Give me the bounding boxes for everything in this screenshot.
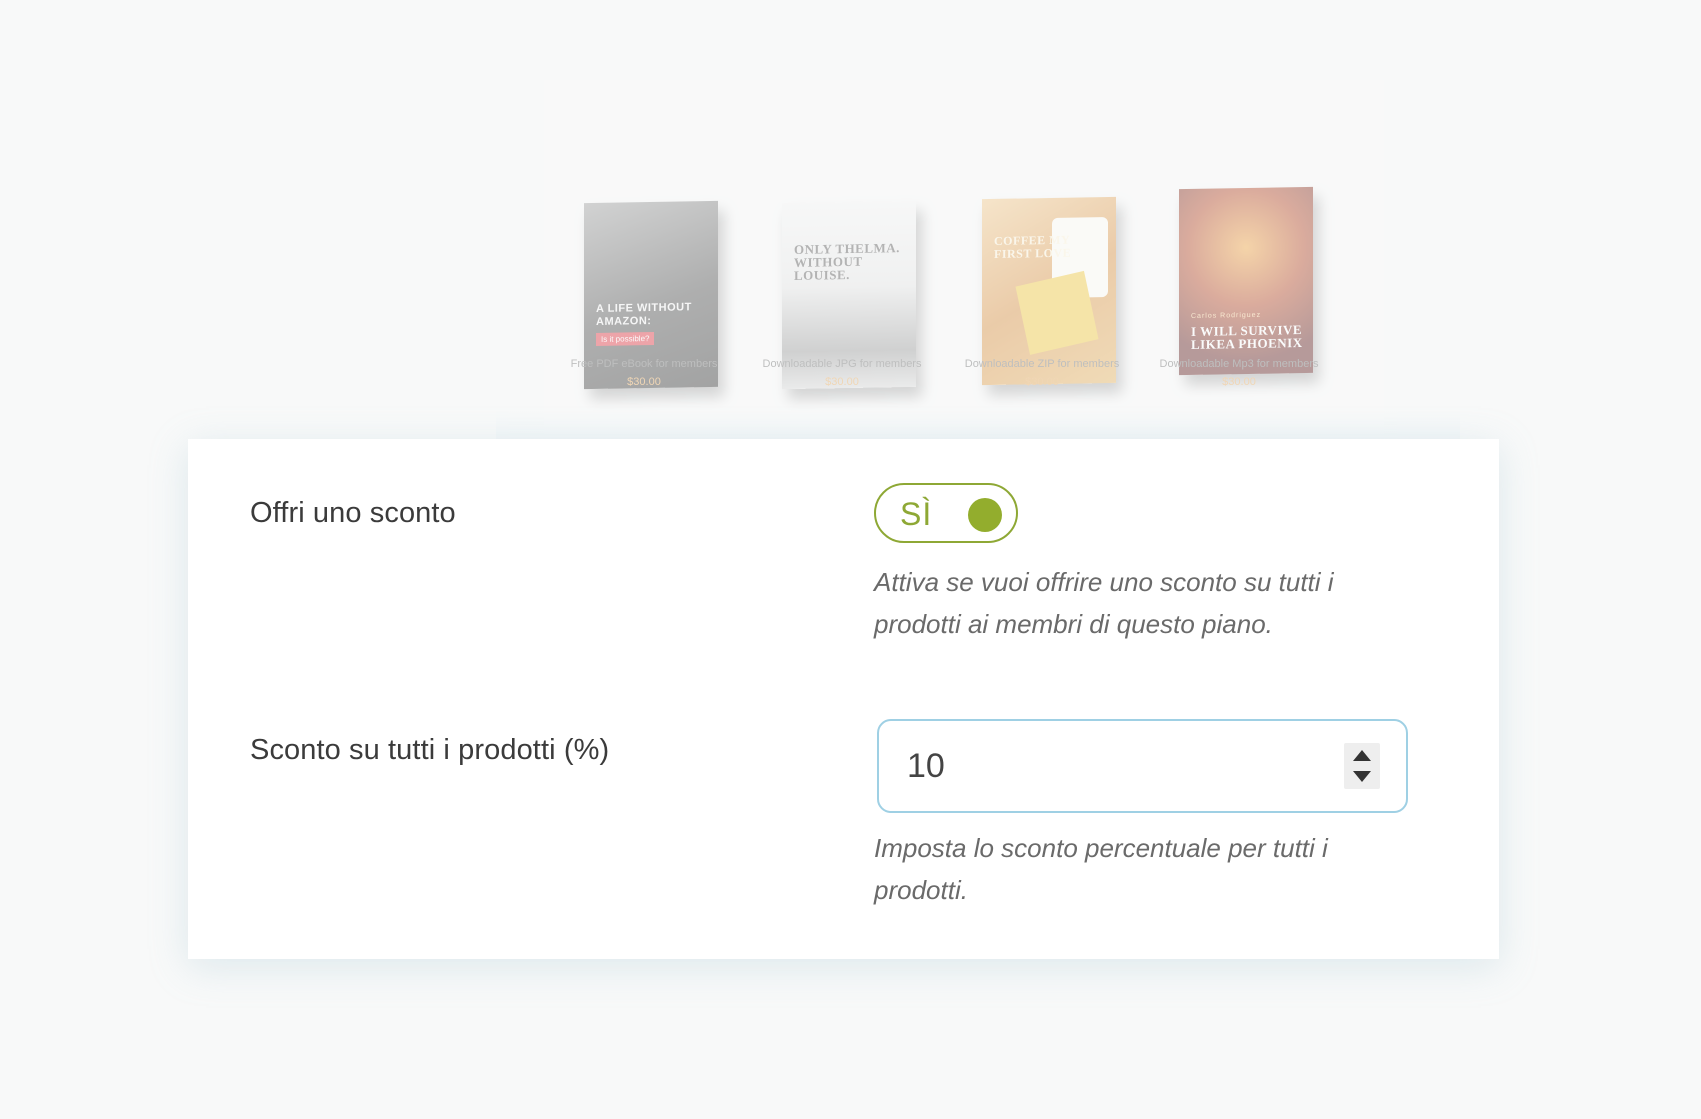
product-strip: A life without Amazon: Is it possible? F… xyxy=(496,70,1460,454)
discount-percent-label: Sconto su tutti i prodotti (%) xyxy=(250,734,610,766)
product-card: Coffee my first love Downloadable ZIP fo… xyxy=(942,110,1142,450)
product-label: Downloadable ZIP for members xyxy=(964,358,1120,370)
book-cover-title: I will survive likea Phoenix xyxy=(1191,322,1303,352)
discount-percent-value: 10 xyxy=(907,747,945,785)
number-stepper[interactable] xyxy=(1344,743,1380,789)
toggle-knob xyxy=(968,498,1002,532)
book-cover: Carlos Rodriguez I will survive likea Ph… xyxy=(1179,186,1313,376)
discount-percent-help: Imposta lo sconto percentuale per tutti … xyxy=(874,833,1328,905)
product-card: A life without Amazon: Is it possible? F… xyxy=(544,110,744,450)
product-price: $30.00 xyxy=(825,376,859,388)
product-label: Downloadable JPG for members xyxy=(762,358,922,370)
book-cover: Coffee my first love xyxy=(982,196,1116,386)
offer-discount-help: Attiva se vuoi offrire uno sconto su tut… xyxy=(874,567,1334,639)
discount-settings-card: Offri uno sconto SÌ Attiva se vuoi offri… xyxy=(188,439,1499,959)
offer-discount-label: Offri uno sconto xyxy=(250,497,456,529)
product-price: $30.00 xyxy=(1222,376,1256,388)
book-cover-title: Only Thelma. Without Louise. xyxy=(794,240,900,283)
product-label: Free PDF eBook for members xyxy=(570,358,718,370)
product-card: Only Thelma. Without Louise. Downloadabl… xyxy=(742,110,942,450)
toggle-state-text: SÌ xyxy=(900,496,933,532)
book-cover-title: Coffee my first love xyxy=(994,232,1072,261)
offer-discount-toggle[interactable]: SÌ xyxy=(874,483,1018,543)
product-card: Carlos Rodriguez I will survive likea Ph… xyxy=(1139,110,1339,450)
chevron-down-icon[interactable] xyxy=(1353,771,1371,782)
book-cover-title: A life without Amazon: xyxy=(596,301,692,328)
book-cover-author: Carlos Rodriguez xyxy=(1191,311,1262,320)
product-price: $30.00 xyxy=(627,376,661,388)
book-cover-tag: Is it possible? xyxy=(596,331,655,346)
product-price: $30.00 xyxy=(1025,376,1059,388)
product-label: Downloadable Mp3 for members xyxy=(1159,358,1319,370)
chevron-up-icon[interactable] xyxy=(1353,750,1371,761)
cup-sleeve-illustration xyxy=(1015,270,1099,355)
discount-percent-input[interactable]: 10 xyxy=(877,719,1408,813)
